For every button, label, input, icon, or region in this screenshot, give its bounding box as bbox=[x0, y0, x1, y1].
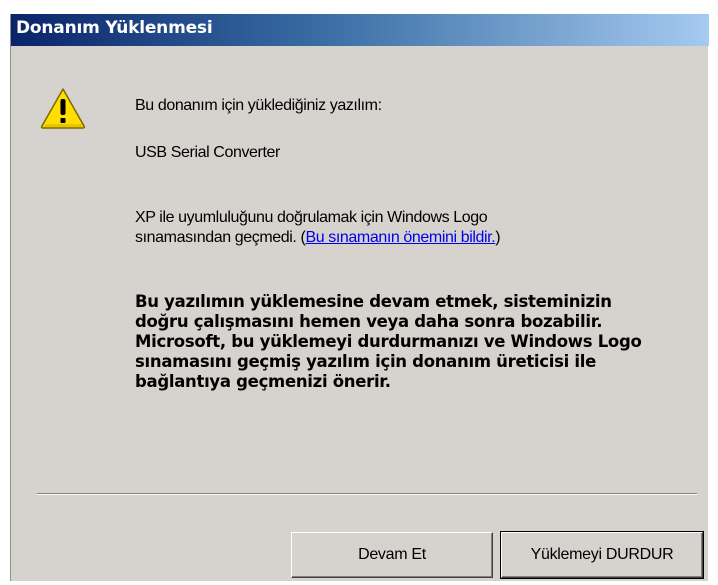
continue-button[interactable]: Devam Et bbox=[291, 532, 493, 578]
warning-message: Bu yazılımın yüklemesine devam etmek, si… bbox=[135, 292, 715, 392]
logo-test-line-1: XP ile uyumluluğunu doğrulamak için Wind… bbox=[135, 209, 488, 226]
logo-test-prefix: sınamasından geçmedi. ( bbox=[135, 229, 306, 246]
logo-test-suffix: ) bbox=[495, 229, 501, 246]
stop-installation-button-label: Yüklemeyi DURDUR bbox=[530, 546, 674, 563]
intro-text: Bu donanım için yüklediğiniz yazılım: bbox=[135, 97, 382, 114]
warning-line: doğru çalışmasını hemen veya daha sonra … bbox=[135, 312, 603, 331]
stop-installation-button[interactable]: Yüklemeyi DURDUR bbox=[500, 531, 704, 579]
continue-button-label: Devam Et bbox=[358, 546, 426, 563]
warning-line: Bu yazılımın yüklemesine devam etmek, si… bbox=[135, 292, 612, 311]
logo-test-link[interactable]: Bu sınamanın önemini bildir. bbox=[305, 229, 495, 246]
install-dialog: Donanım Yüklenmesi Bu donanım için yükle… bbox=[10, 14, 709, 581]
warning-icon bbox=[40, 88, 86, 129]
title-bar[interactable]: Donanım Yüklenmesi bbox=[11, 14, 709, 46]
warning-line: bağlantıya geçmenizi önerir. bbox=[135, 372, 391, 391]
separator bbox=[37, 493, 697, 495]
warning-line: sınamasını geçmiş yazılım için donanım ü… bbox=[135, 352, 597, 371]
window-title: Donanım Yüklenmesi bbox=[16, 18, 213, 38]
logo-test-line-2: sınamasından geçmedi. (Bu sınamanın önem… bbox=[135, 228, 501, 248]
warning-line: Microsoft, bu yüklemeyi durdurmanızı ve … bbox=[135, 332, 642, 351]
device-name: USB Serial Converter bbox=[135, 144, 280, 161]
